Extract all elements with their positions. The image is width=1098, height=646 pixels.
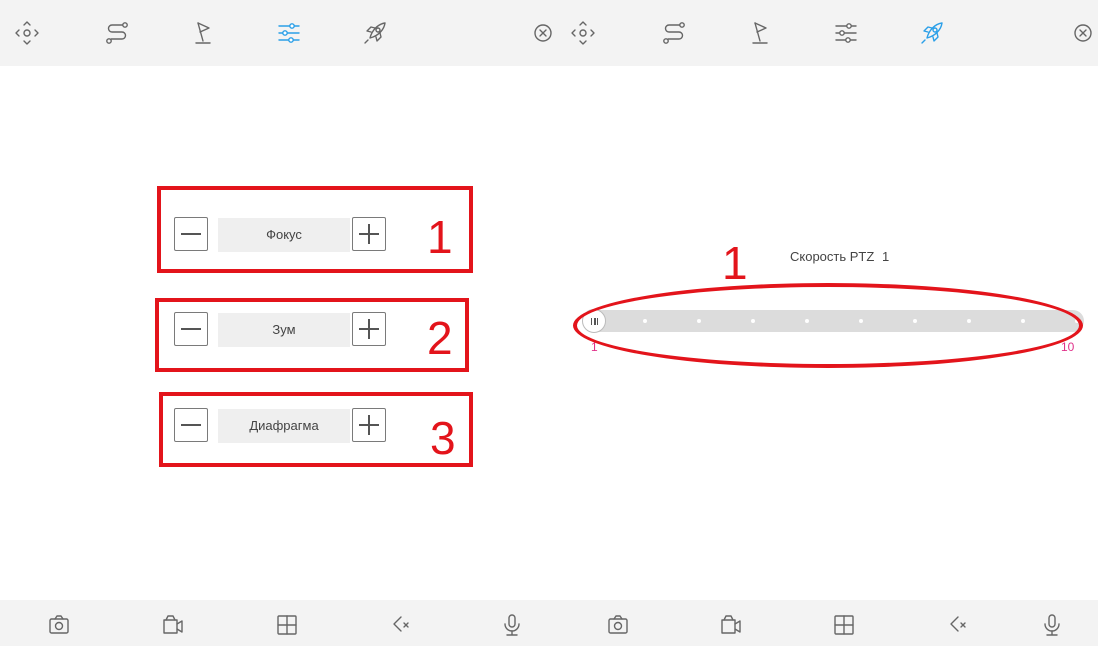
camera-icon[interactable] xyxy=(47,613,71,637)
ptz-speed-value: 1 xyxy=(881,249,890,264)
close-icon[interactable] xyxy=(530,20,556,46)
ptz-speed-text: Скорость PTZ xyxy=(790,249,875,264)
bottom-toolbar xyxy=(562,600,1098,646)
video-record-icon[interactable] xyxy=(719,613,743,637)
annotation-box-1 xyxy=(157,186,473,273)
ptz-speed-label: Скорость PTZ 1 xyxy=(790,249,889,264)
annotation-number-3: 3 xyxy=(430,412,456,464)
annotation-number-2: 2 xyxy=(427,312,453,364)
annotation-box-2 xyxy=(155,298,469,372)
video-record-icon[interactable] xyxy=(161,613,185,637)
preset-flag-icon[interactable] xyxy=(747,20,773,46)
microphone-icon[interactable] xyxy=(500,613,524,637)
top-toolbar xyxy=(562,0,1098,66)
slider-max-label: 10 xyxy=(1061,340,1075,354)
speed-rocket-icon[interactable] xyxy=(362,20,388,46)
speed-rocket-icon[interactable] xyxy=(919,20,945,46)
preset-flag-icon[interactable] xyxy=(190,20,216,46)
ptz-direction-icon[interactable] xyxy=(570,20,596,46)
lens-settings-icon[interactable] xyxy=(833,20,859,46)
microphone-icon[interactable] xyxy=(1040,613,1064,637)
grid-layout-icon[interactable] xyxy=(275,613,299,637)
close-icon[interactable] xyxy=(1070,20,1096,46)
grid-layout-icon[interactable] xyxy=(832,613,856,637)
annotation-number-1: 1 xyxy=(427,211,453,263)
annotation-ellipse xyxy=(573,283,1083,368)
annotation-number-speed: 1 xyxy=(722,237,748,289)
camera-icon[interactable] xyxy=(606,613,630,637)
mute-icon[interactable] xyxy=(388,613,412,637)
route-icon[interactable] xyxy=(104,20,130,46)
route-icon[interactable] xyxy=(661,20,687,46)
ptz-direction-icon[interactable] xyxy=(14,20,40,46)
annotation-box-3 xyxy=(159,392,473,467)
lens-settings-icon[interactable] xyxy=(276,20,302,46)
mute-icon[interactable] xyxy=(945,613,969,637)
